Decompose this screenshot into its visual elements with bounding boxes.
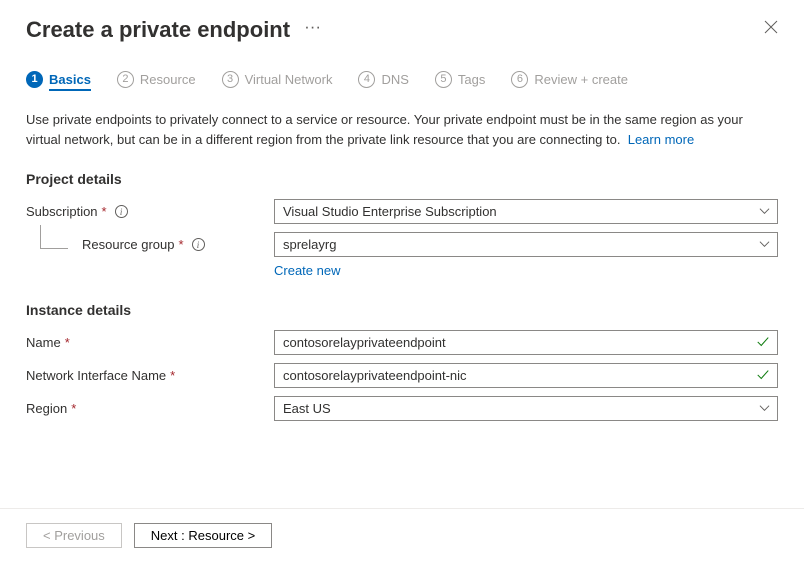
- row-name: Name *: [26, 330, 778, 355]
- info-icon[interactable]: i: [192, 238, 205, 251]
- required-asterisk: *: [71, 401, 76, 416]
- tab-virtual-network[interactable]: 3 Virtual Network: [222, 71, 333, 90]
- check-icon: [756, 367, 770, 384]
- header: Create a private endpoint ···: [26, 16, 778, 43]
- more-icon[interactable]: ···: [304, 18, 321, 41]
- required-asterisk: *: [102, 204, 107, 219]
- required-asterisk: *: [170, 368, 175, 383]
- tab-number: 5: [435, 71, 452, 88]
- previous-button: < Previous: [26, 523, 122, 548]
- row-nic-name: Network Interface Name *: [26, 363, 778, 388]
- required-asterisk: *: [179, 237, 184, 252]
- name-input[interactable]: [274, 330, 778, 355]
- intro-text: Use private endpoints to privately conne…: [26, 110, 778, 149]
- required-asterisk: *: [65, 335, 70, 350]
- footer: < Previous Next : Resource >: [0, 508, 804, 562]
- subscription-label: Subscription * i: [26, 204, 274, 219]
- next-button[interactable]: Next : Resource >: [134, 523, 272, 548]
- tab-number: 1: [26, 71, 43, 88]
- tab-resource[interactable]: 2 Resource: [117, 71, 196, 90]
- learn-more-link[interactable]: Learn more: [628, 132, 694, 147]
- close-icon[interactable]: [760, 16, 782, 43]
- name-label: Name *: [26, 335, 274, 350]
- tab-label: Virtual Network: [245, 72, 333, 87]
- tab-number: 3: [222, 71, 239, 88]
- indent-connector: [40, 225, 68, 249]
- section-heading: Project details: [26, 171, 778, 187]
- resource-group-select[interactable]: sprelayrg: [274, 232, 778, 257]
- tabs: 1 Basics 2 Resource 3 Virtual Network 4 …: [26, 71, 778, 90]
- info-icon[interactable]: i: [115, 205, 128, 218]
- tab-review-create[interactable]: 6 Review + create: [511, 71, 628, 90]
- row-subscription: Subscription * i Visual Studio Enterpris…: [26, 199, 778, 224]
- nic-name-label: Network Interface Name *: [26, 368, 274, 383]
- region-label: Region *: [26, 401, 274, 416]
- section-project-details: Project details Subscription * i Visual …: [26, 171, 778, 278]
- region-select[interactable]: East US: [274, 396, 778, 421]
- tab-label: Basics: [49, 72, 91, 91]
- subscription-select[interactable]: Visual Studio Enterprise Subscription: [274, 199, 778, 224]
- section-heading: Instance details: [26, 302, 778, 318]
- tab-label: DNS: [381, 72, 408, 87]
- tab-number: 2: [117, 71, 134, 88]
- tab-label: Resource: [140, 72, 196, 87]
- page-title: Create a private endpoint: [26, 17, 290, 43]
- tab-tags[interactable]: 5 Tags: [435, 71, 485, 90]
- row-region: Region * East US: [26, 396, 778, 421]
- resource-group-label: Resource group * i: [26, 237, 274, 252]
- create-new-link[interactable]: Create new: [274, 263, 340, 278]
- row-resource-group: Resource group * i sprelayrg: [26, 232, 778, 257]
- tab-basics[interactable]: 1 Basics: [26, 71, 91, 90]
- tab-number: 4: [358, 71, 375, 88]
- tab-number: 6: [511, 71, 528, 88]
- section-instance-details: Instance details Name * Network Interfac…: [26, 302, 778, 421]
- check-icon: [756, 334, 770, 351]
- nic-name-input[interactable]: [274, 363, 778, 388]
- tab-label: Review + create: [534, 72, 628, 87]
- tab-label: Tags: [458, 72, 485, 87]
- tab-dns[interactable]: 4 DNS: [358, 71, 408, 90]
